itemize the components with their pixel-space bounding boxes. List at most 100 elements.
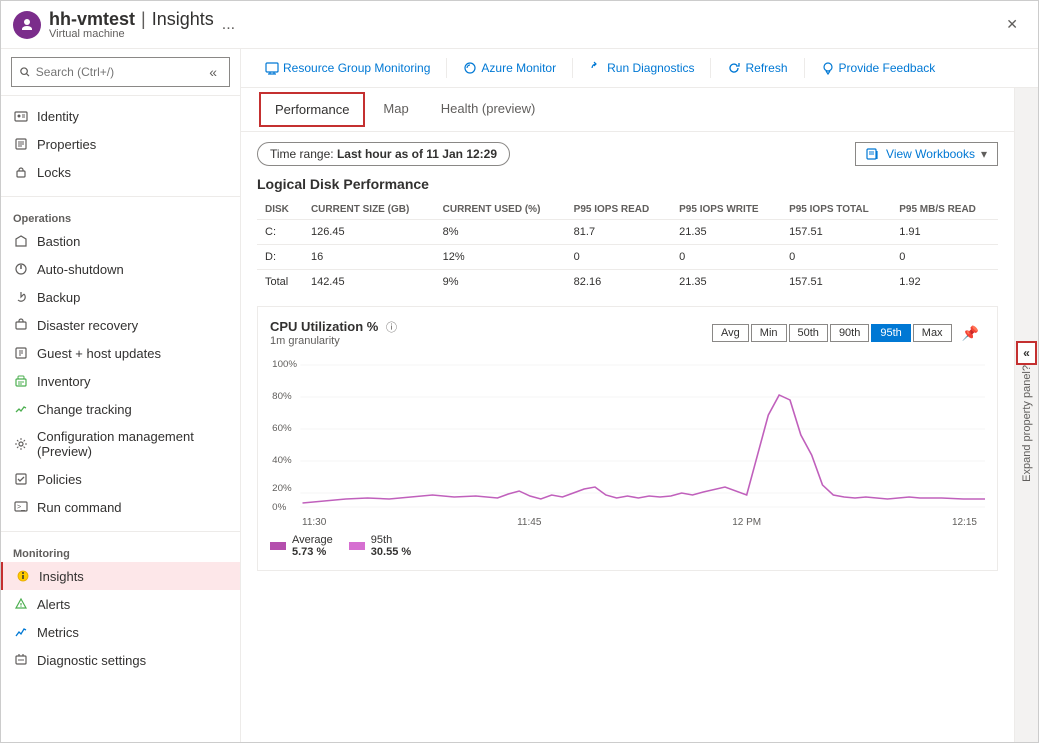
refresh-label: Refresh [745, 61, 787, 75]
refresh-icon [727, 61, 741, 75]
title-page: Insights [152, 9, 214, 30]
chevron-down-icon: ▾ [981, 147, 987, 161]
app-container: hh-vmtest | Insights Virtual machine ...… [0, 0, 1039, 743]
sidebar-item-config-label: Configuration management (Preview) [37, 429, 228, 459]
sidebar-item-alerts-label: Alerts [37, 597, 70, 612]
tab-bar: Performance Map Health (preview) [241, 88, 1014, 132]
sidebar-item-properties[interactable]: Properties [1, 130, 240, 158]
resource-group-button[interactable]: Resource Group Monitoring [257, 57, 438, 79]
cpu-subtitle: 1m granularity [270, 335, 397, 347]
monitoring-section-title: Monitoring [1, 542, 240, 562]
col-disk: DISK [257, 200, 303, 220]
tab-map[interactable]: Map [367, 91, 424, 128]
disaster-icon [13, 317, 29, 333]
sidebar-divider-2 [1, 531, 240, 532]
sidebar-item-config-mgmt[interactable]: Configuration management (Preview) [1, 423, 240, 465]
cpu-controls: AvgMin50th90th95thMax 📌 [712, 323, 985, 344]
sidebar-item-guest-host[interactable]: Guest + host updates [1, 339, 240, 367]
title-text: hh-vmtest | Insights [49, 9, 214, 30]
cpu-btn-max[interactable]: Max [913, 324, 952, 342]
config-icon [13, 436, 29, 452]
backup-icon [13, 289, 29, 305]
props-icon [13, 136, 29, 152]
sidebar-item-bastion-label: Bastion [37, 234, 80, 249]
content-panel: Performance Map Health (preview) Time ra… [241, 88, 1038, 742]
sidebar-item-identity-label: Identity [37, 109, 79, 124]
sidebar-item-disaster-recovery[interactable]: Disaster recovery [1, 311, 240, 339]
tab-health[interactable]: Health (preview) [425, 91, 552, 128]
tab-performance[interactable]: Performance [259, 92, 365, 127]
chart-label-1: 11:45 [517, 517, 541, 528]
cpu-header: CPU Utilization % ⓘ 1m granularity AvgMi… [270, 319, 985, 347]
sidebar-item-insights[interactable]: Insights [1, 562, 240, 590]
sidebar-item-alerts[interactable]: Alerts [1, 590, 240, 618]
sidebar-item-auto-shutdown[interactable]: Auto-shutdown [1, 255, 240, 283]
sidebar-item-identity[interactable]: Identity [1, 102, 240, 130]
toolbar-sep-4 [804, 58, 805, 78]
cpu-btn-avg[interactable]: Avg [712, 324, 749, 342]
workbooks-icon [866, 147, 880, 161]
sidebar-item-properties-label: Properties [37, 137, 96, 152]
run-diagnostics-label: Run Diagnostics [607, 61, 694, 75]
close-button[interactable]: ✕ [998, 12, 1026, 37]
alerts-icon [13, 596, 29, 612]
search-wrap[interactable]: « [11, 57, 230, 87]
sidebar-item-disaster-label: Disaster recovery [37, 318, 138, 333]
azure-monitor-label: Azure Monitor [481, 61, 556, 75]
info-icon: ⓘ [386, 322, 397, 334]
refresh-button[interactable]: Refresh [719, 57, 795, 79]
svg-text:0%: 0% [272, 502, 286, 512]
col-size: CURRENT SIZE (GB) [303, 200, 435, 220]
cpu-btn-min[interactable]: Min [751, 324, 787, 342]
shutdown-icon [13, 261, 29, 277]
sidebar-item-auto-shutdown-label: Auto-shutdown [37, 262, 124, 277]
time-range-pill[interactable]: Time range: Last hour as of 11 Jan 12:29 [257, 142, 510, 166]
lock-icon [13, 164, 29, 180]
tracking-icon [13, 401, 29, 417]
provide-feedback-button[interactable]: Provide Feedback [813, 57, 944, 79]
vm-icon [13, 11, 41, 39]
pin-button[interactable]: 📌 [956, 323, 985, 344]
toolbar: Resource Group Monitoring Azure Monitor … [241, 49, 1038, 88]
sidebar-item-change-tracking[interactable]: Change tracking [1, 395, 240, 423]
search-input[interactable] [36, 65, 199, 79]
run-diagnostics-button[interactable]: Run Diagnostics [581, 57, 702, 79]
sidebar-item-backup-label: Backup [37, 290, 80, 305]
sidebar-collapse-button[interactable]: « [205, 62, 221, 82]
cpu-btn-90th[interactable]: 90th [830, 324, 869, 342]
azure-monitor-button[interactable]: Azure Monitor [455, 57, 564, 79]
sidebar-item-run-command[interactable]: >_ Run command [1, 493, 240, 521]
table-row: C:126.458%81.721.35157.511.91 [257, 220, 998, 245]
provide-feedback-label: Provide Feedback [839, 61, 936, 75]
more-options-button[interactable]: ... [222, 16, 235, 34]
col-iops-write: P95 IOPs WRITE [671, 200, 781, 220]
chart-label-2: 12 PM [732, 517, 761, 528]
chart-label-0: 11:30 [302, 517, 326, 528]
sidebar-item-bastion[interactable]: Bastion [1, 227, 240, 255]
sidebar-item-backup[interactable]: Backup [1, 283, 240, 311]
updates-icon [13, 345, 29, 361]
right-expand-panel[interactable]: « Expand property panel? [1014, 88, 1038, 742]
azure-icon [463, 61, 477, 75]
feedback-icon [821, 61, 835, 75]
col-iops-read: P95 IOPs READ [566, 200, 671, 220]
cpu-btn-50th[interactable]: 50th [789, 324, 828, 342]
col-used: CURRENT USED (%) [435, 200, 566, 220]
diag-icon [13, 652, 29, 668]
sidebar-item-policies[interactable]: Policies [1, 465, 240, 493]
sidebar-item-locks[interactable]: Locks [1, 158, 240, 186]
sidebar-item-inventory[interactable]: Inventory [1, 367, 240, 395]
sidebar-item-diagnostic[interactable]: Diagnostic settings [1, 646, 240, 674]
vm-subtitle: Virtual machine [49, 28, 214, 40]
sidebar-item-change-tracking-label: Change tracking [37, 402, 132, 417]
insights-icon [15, 568, 31, 584]
sidebar-item-metrics-label: Metrics [37, 625, 79, 640]
cpu-btn-95th[interactable]: 95th [871, 324, 910, 342]
table-row: Total142.459%82.1621.35157.511.92 [257, 270, 998, 295]
expand-panel-button[interactable]: « [1016, 341, 1037, 365]
sidebar-monitoring-section: Monitoring Insights Alerts [1, 536, 240, 680]
view-workbooks-button[interactable]: View Workbooks ▾ [855, 142, 998, 166]
sidebar-item-metrics[interactable]: Metrics [1, 618, 240, 646]
search-box: « [1, 49, 240, 96]
sidebar: « Identity Properties [1, 49, 241, 742]
